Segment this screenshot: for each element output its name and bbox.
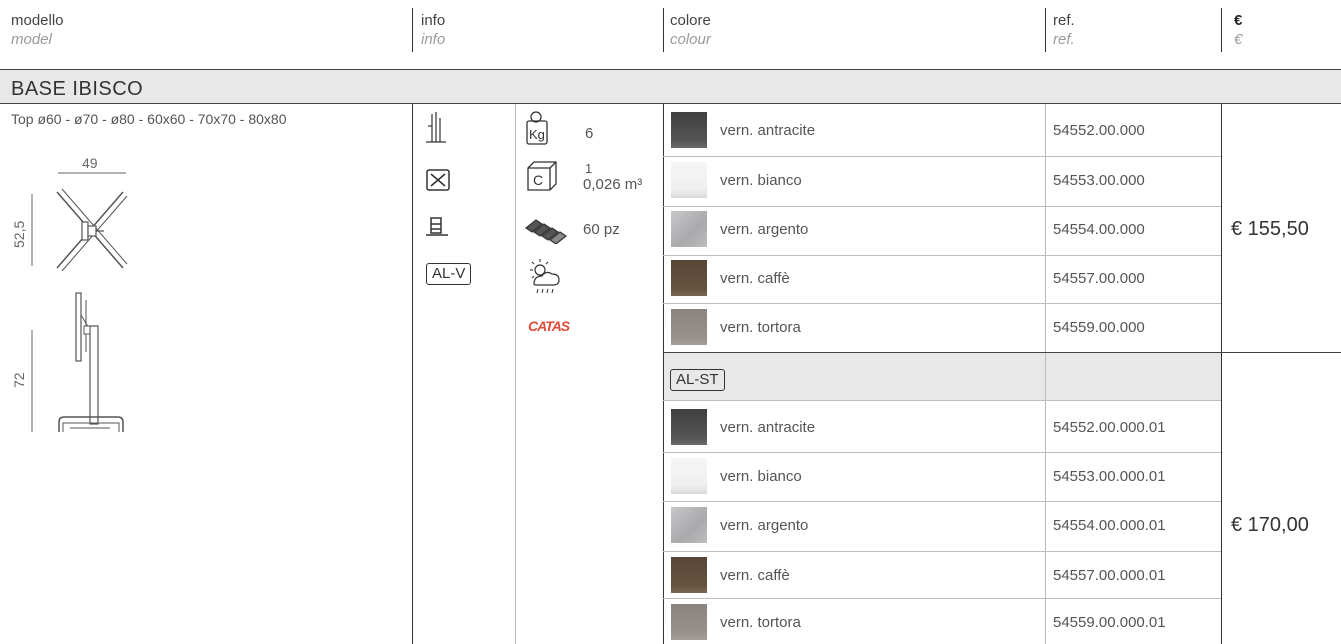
svg-text:Kg: Kg bbox=[529, 127, 545, 142]
colour-swatch bbox=[671, 162, 707, 198]
column-divider bbox=[515, 104, 516, 644]
row-divider bbox=[663, 255, 1221, 256]
model-technical-drawing: 49 52,5 72 bbox=[11, 155, 128, 432]
svg-text:C: C bbox=[533, 172, 543, 188]
colour-ref: 54552.00.000.01 bbox=[1053, 419, 1166, 436]
colour-ref: 54553.00.000.01 bbox=[1053, 468, 1166, 485]
weight-value: 6 bbox=[585, 125, 594, 142]
colour-swatch bbox=[671, 557, 707, 593]
header-colour-label: colore bbox=[670, 12, 711, 29]
header-divider bbox=[1221, 8, 1222, 52]
colour-name: vern. antracite bbox=[720, 419, 816, 436]
section-band bbox=[0, 70, 1341, 103]
header-divider bbox=[663, 8, 664, 52]
row-divider bbox=[663, 400, 1221, 401]
header-info-label: info bbox=[421, 12, 446, 29]
price-group-1: € 155,50 bbox=[1231, 218, 1309, 240]
row-divider bbox=[663, 551, 1221, 552]
finish-tag-steel: AL-ST bbox=[670, 369, 725, 391]
colour-name: vern. antracite bbox=[720, 122, 816, 139]
colour-name: vern. tortora bbox=[720, 319, 801, 336]
colour-ref: 54554.00.000 bbox=[1053, 221, 1145, 238]
colour-name: vern. caffè bbox=[720, 270, 790, 287]
colour-swatch bbox=[671, 309, 707, 345]
colour-swatch bbox=[671, 409, 707, 445]
dim-height: 72 bbox=[11, 372, 27, 388]
stackable-icon bbox=[426, 112, 446, 143]
row-divider bbox=[663, 206, 1221, 207]
price-group-2: € 170,00 bbox=[1231, 514, 1309, 536]
pallet-qty: 60 pz bbox=[583, 221, 620, 238]
row-divider bbox=[663, 598, 1221, 599]
weight-icon: Kg bbox=[526, 111, 548, 145]
colour-name: vern. argento bbox=[720, 221, 809, 238]
header-model-sublabel: model bbox=[11, 31, 52, 48]
colour-name: vern. bianco bbox=[720, 172, 802, 189]
header-price-label: € bbox=[1234, 12, 1243, 29]
dim-width: 49 bbox=[82, 155, 98, 171]
colour-ref: 54559.00.000 bbox=[1053, 319, 1145, 336]
subgroup-band bbox=[664, 353, 1221, 400]
colour-ref: 54553.00.000 bbox=[1053, 172, 1145, 189]
header-divider bbox=[412, 8, 413, 52]
colour-name: vern. caffè bbox=[720, 567, 790, 584]
dim-height-folded: 52,5 bbox=[11, 221, 27, 248]
pallet-icon bbox=[524, 219, 568, 244]
colour-name: vern. tortora bbox=[720, 614, 801, 631]
section-rule bbox=[0, 103, 1341, 104]
colour-swatch bbox=[671, 260, 707, 296]
colour-swatch bbox=[671, 604, 707, 640]
header-info-sublabel: info bbox=[421, 31, 446, 48]
colour-swatch bbox=[671, 507, 707, 543]
weather-resistant-icon bbox=[530, 259, 560, 294]
colour-ref: 54557.00.000.01 bbox=[1053, 567, 1166, 584]
finish-tag: AL-V bbox=[426, 263, 472, 285]
column-divider bbox=[412, 104, 413, 644]
colour-swatch bbox=[671, 458, 707, 494]
header-ref-label: ref. bbox=[1053, 12, 1075, 29]
column-divider bbox=[1045, 353, 1046, 400]
top-sizes: Top ø60 - ø70 - ø80 - 60x60 - 70x70 - 80… bbox=[11, 111, 287, 127]
colour-ref: 54552.00.000 bbox=[1053, 122, 1145, 139]
section-title: BASE IBISCO bbox=[11, 78, 144, 100]
header-ref-sublabel: ref. bbox=[1053, 31, 1075, 48]
colour-name: vern. argento bbox=[720, 517, 809, 534]
row-divider bbox=[663, 156, 1221, 157]
row-divider bbox=[663, 303, 1221, 304]
colour-ref: 54559.00.000.01 bbox=[1053, 614, 1166, 631]
colour-swatch bbox=[671, 211, 707, 247]
header-model-label: modello bbox=[11, 12, 64, 29]
row-divider bbox=[663, 452, 1221, 453]
assembly-tools-icon bbox=[426, 169, 450, 191]
svg-text:CATAS: CATAS bbox=[528, 318, 571, 334]
box-volume: 0,026 m³ bbox=[583, 176, 643, 193]
header-colour-sublabel: colour bbox=[670, 31, 711, 48]
column-divider bbox=[1221, 104, 1222, 644]
catas-logo: CATAS bbox=[528, 318, 572, 334]
base-icon bbox=[426, 217, 448, 236]
header-divider bbox=[1045, 8, 1046, 52]
box-count: 1 bbox=[585, 161, 593, 176]
row-divider bbox=[663, 501, 1221, 502]
colour-name: vern. bianco bbox=[720, 468, 802, 485]
header-price-sublabel: € bbox=[1234, 31, 1243, 48]
box-icon: C bbox=[527, 161, 557, 191]
colour-ref: 54554.00.000.01 bbox=[1053, 517, 1166, 534]
colour-ref: 54557.00.000 bbox=[1053, 270, 1145, 287]
colour-swatch bbox=[671, 112, 707, 148]
